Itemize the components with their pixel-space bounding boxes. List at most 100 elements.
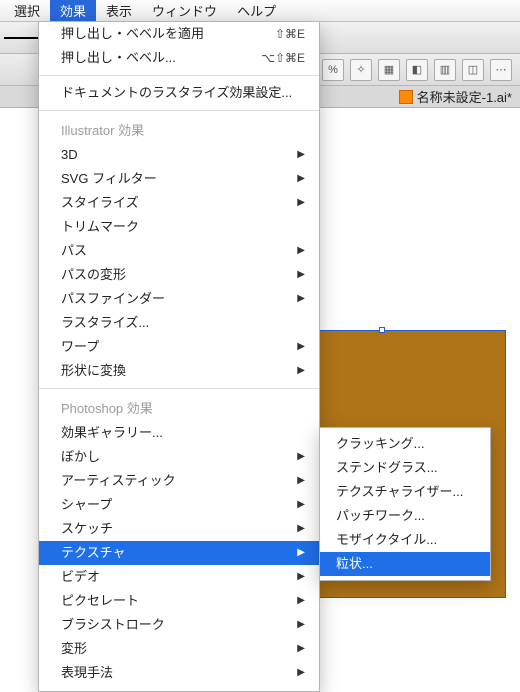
submenu-arrow-icon: ▶ (297, 616, 305, 634)
stroke-weight-preview (4, 37, 42, 39)
submenu-arrow-icon: ▶ (297, 472, 305, 490)
menuitem-ai-1[interactable]: SVG フィルター ▶ (39, 167, 319, 191)
menuitem-ai-8[interactable]: ワープ ▶ (39, 335, 319, 359)
menuitem-label: 変形 (61, 640, 87, 658)
menuitem-ps-2[interactable]: アーティスティック ▶ (39, 469, 319, 493)
percent-icon[interactable]: % (322, 59, 344, 81)
menuitem-label: シャープ (61, 496, 112, 514)
submenu-arrow-icon: ▶ (297, 544, 305, 562)
menuitem-label: スタイライズ (61, 194, 139, 212)
menuitem-label: アーティスティック (61, 472, 176, 490)
submenu-arrow-icon: ▶ (297, 146, 305, 164)
document-tab[interactable]: 名称未設定-1.ai* (417, 87, 512, 106)
submenu-item-4[interactable]: モザイクタイル... (320, 528, 490, 552)
menuitem-label: トリムマーク (61, 218, 139, 236)
menuitem-ai-2[interactable]: スタイライズ ▶ (39, 191, 319, 215)
menu-separator (39, 75, 319, 76)
submenu-arrow-icon: ▶ (297, 496, 305, 514)
submenu-item-3[interactable]: パッチワーク... (320, 504, 490, 528)
menuitem-ai-9[interactable]: 形状に変換 ▶ (39, 359, 319, 383)
menuitem-label: ピクセレート (61, 592, 139, 610)
menuitem-ps-5[interactable]: テクスチャ ▶ (39, 541, 319, 565)
heading-label: Photoshop 効果 (61, 400, 153, 418)
menuitem-ps-0[interactable]: 効果ギャラリー... (39, 421, 319, 445)
submenu-item-2[interactable]: テクスチャライザー... (320, 480, 490, 504)
menuitem-label: ブラシストローク (61, 616, 165, 634)
menuitem-label: パスファインダー (61, 290, 165, 308)
menu-select[interactable]: 選択 (4, 0, 50, 21)
submenu-arrow-icon: ▶ (297, 362, 305, 380)
menuitem-ai-0[interactable]: 3D ▶ (39, 143, 319, 167)
menuitem-label: ビデオ (61, 568, 100, 586)
menuitem-apply-extrude[interactable]: 押し出し・ベベルを適用 ⇧⌘E (39, 22, 319, 46)
menu-separator (39, 388, 319, 389)
menu-heading-illustrator: Illustrator 効果 (39, 116, 319, 143)
menuitem-label: ラスタライズ... (61, 314, 149, 332)
heading-label: Illustrator 効果 (61, 122, 144, 140)
menuitem-label: ドキュメントのラスタライズ効果設定... (61, 84, 292, 102)
transform-icon[interactable]: ◫ (462, 59, 484, 81)
menuitem-label: ぼかし (61, 448, 100, 466)
menuitem-shortcut: ⌥⇧⌘E (261, 49, 305, 67)
submenu-item-5[interactable]: 粒状... (320, 552, 490, 576)
menuitem-ps-8[interactable]: ブラシストローク ▶ (39, 613, 319, 637)
ai-file-icon (399, 90, 413, 104)
menuitem-label: パスの変形 (61, 266, 126, 284)
menuitem-label: パス (61, 242, 87, 260)
menuitem-label: ワープ (61, 338, 99, 356)
menuitem-label: 押し出し・ベベル... (61, 49, 176, 67)
menubar: 選択 効果 表示 ウィンドウ ヘルプ (0, 0, 520, 22)
menuitem-ai-3[interactable]: トリムマーク (39, 215, 319, 239)
more-icon[interactable]: ⋯ (490, 59, 512, 81)
submenu-arrow-icon: ▶ (297, 338, 305, 356)
submenu-arrow-icon: ▶ (297, 448, 305, 466)
menu-heading-photoshop: Photoshop 効果 (39, 394, 319, 421)
submenu-arrow-icon: ▶ (297, 194, 305, 212)
menuitem-ps-9[interactable]: 変形 ▶ (39, 637, 319, 661)
menuitem-ps-6[interactable]: ビデオ ▶ (39, 565, 319, 589)
resize-handle-top[interactable] (379, 327, 385, 333)
menu-view[interactable]: 表示 (96, 0, 142, 21)
menuitem-label: 形状に変換 (61, 362, 126, 380)
submenu-arrow-icon: ▶ (297, 242, 305, 260)
submenu-arrow-icon: ▶ (297, 568, 305, 586)
menuitem-ps-10[interactable]: 表現手法 ▶ (39, 661, 319, 685)
menuitem-ai-4[interactable]: パス ▶ (39, 239, 319, 263)
menu-separator (39, 110, 319, 111)
align-icon[interactable]: ◧ (406, 59, 428, 81)
wand-icon[interactable]: ✧ (350, 59, 372, 81)
menuitem-label: 押し出し・ベベルを適用 (61, 25, 204, 43)
effect-menu: 押し出し・ベベルを適用 ⇧⌘E 押し出し・ベベル... ⌥⇧⌘E ドキュメントの… (38, 22, 320, 692)
submenu-arrow-icon: ▶ (297, 290, 305, 308)
submenu-arrow-icon: ▶ (297, 640, 305, 658)
submenu-arrow-icon: ▶ (297, 664, 305, 682)
menuitem-label: 効果ギャラリー... (61, 424, 163, 442)
menuitem-raster-settings[interactable]: ドキュメントのラスタライズ効果設定... (39, 81, 319, 105)
menuitem-label: 表現手法 (61, 664, 113, 682)
menuitem-ps-1[interactable]: ぼかし ▶ (39, 445, 319, 469)
menuitem-ai-6[interactable]: パスファインダー ▶ (39, 287, 319, 311)
menuitem-label: テクスチャ (61, 544, 125, 562)
menu-effect[interactable]: 効果 (50, 0, 96, 21)
menuitem-label: 3D (61, 146, 78, 164)
submenu-item-0[interactable]: クラッキング... (320, 432, 490, 456)
grid-icon[interactable]: ▦ (378, 59, 400, 81)
menuitem-ps-7[interactable]: ピクセレート ▶ (39, 589, 319, 613)
menuitem-ps-3[interactable]: シャープ ▶ (39, 493, 319, 517)
submenu-arrow-icon: ▶ (297, 520, 305, 538)
menuitem-shortcut: ⇧⌘E (275, 25, 305, 43)
submenu-arrow-icon: ▶ (297, 266, 305, 284)
submenu-arrow-icon: ▶ (297, 170, 305, 188)
submenu-item-1[interactable]: ステンドグラス... (320, 456, 490, 480)
submenu-arrow-icon: ▶ (297, 592, 305, 610)
menuitem-ai-5[interactable]: パスの変形 ▶ (39, 263, 319, 287)
distribute-icon[interactable]: ▥ (434, 59, 456, 81)
menu-help[interactable]: ヘルプ (227, 0, 286, 21)
menuitem-label: SVG フィルター (61, 170, 157, 188)
texture-submenu: クラッキング...ステンドグラス...テクスチャライザー...パッチワーク...… (319, 427, 491, 581)
menuitem-ai-7[interactable]: ラスタライズ... (39, 311, 319, 335)
menu-window[interactable]: ウィンドウ (142, 0, 227, 21)
menuitem-label: スケッチ (61, 520, 113, 538)
menuitem-extrude-dialog[interactable]: 押し出し・ベベル... ⌥⇧⌘E (39, 46, 319, 70)
menuitem-ps-4[interactable]: スケッチ ▶ (39, 517, 319, 541)
